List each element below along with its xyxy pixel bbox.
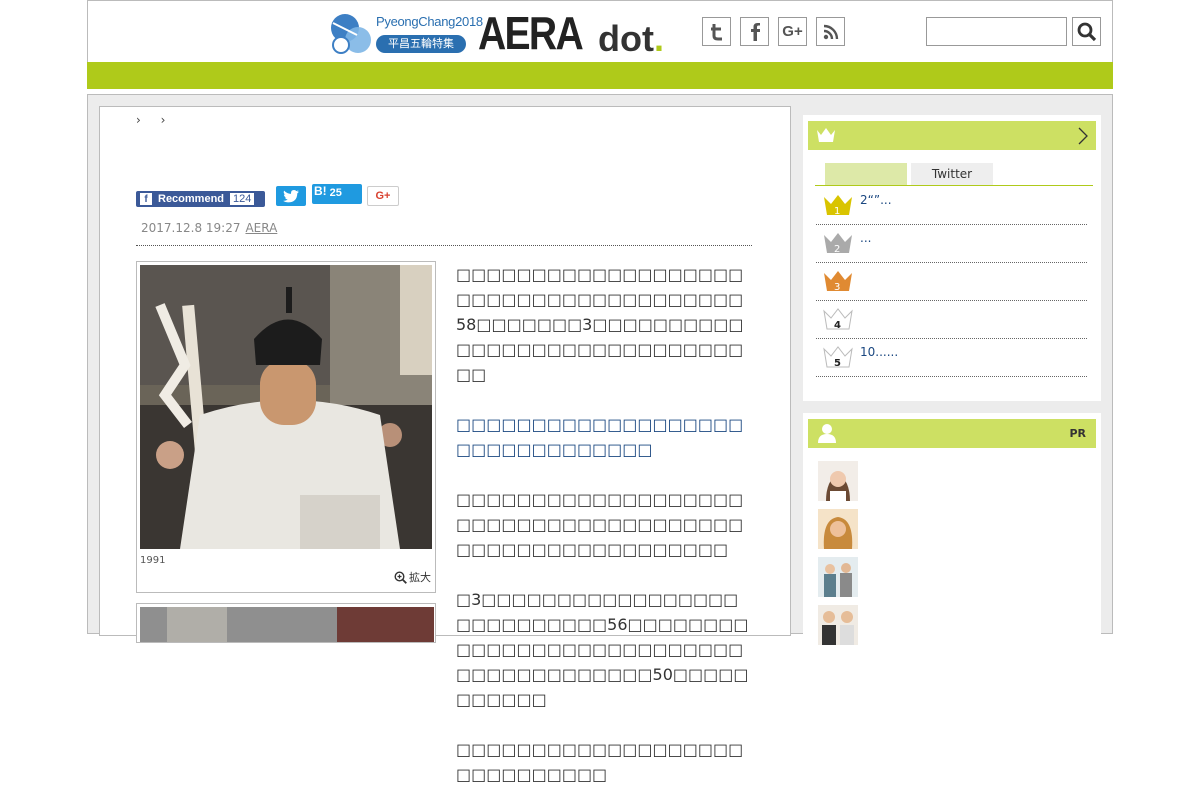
logo-period: .	[653, 18, 664, 59]
crown-4-icon: 4	[823, 308, 853, 331]
tab-twitter[interactable]: Twitter	[911, 163, 993, 185]
googleplus-label: G+	[782, 23, 803, 40]
hatena-count: 25	[329, 187, 342, 199]
silver-crown-icon: 2	[824, 233, 852, 255]
hatena-bookmark-button[interactable]: B! 25	[312, 184, 362, 204]
divider	[136, 245, 752, 246]
publish-date: 2017.12.8 19:27	[141, 221, 241, 235]
ranking-title: 10......	[860, 345, 899, 359]
ranking-item[interactable]: 2 ...	[816, 224, 1087, 263]
olympic-title: PyeongChang2018	[376, 14, 483, 29]
facebook-small-icon: f	[140, 193, 152, 205]
pr-label: PR	[1069, 427, 1086, 440]
global-nav-bar	[87, 62, 1113, 89]
avatar[interactable]	[818, 605, 858, 645]
search-icon	[1077, 22, 1096, 41]
logo-aera-text: AERA	[478, 7, 584, 59]
tab-access-ranking[interactable]	[825, 163, 907, 185]
recommend-label: Recommend	[158, 193, 225, 205]
rank-number: 4	[834, 320, 841, 331]
olympic-circles-icon	[331, 14, 371, 54]
tweet-button[interactable]	[276, 186, 306, 206]
logo-dot-word: dot	[598, 18, 654, 59]
ranking-widget: Twitter 1 2“”... 2 ... 3 4 5 10......	[803, 115, 1101, 401]
rank-number: 3	[834, 282, 840, 293]
zoom-label: 拡大	[409, 571, 431, 584]
hatena-label: B!	[314, 184, 327, 198]
twitter-icon[interactable]	[702, 17, 731, 46]
rank-number: 2	[834, 244, 840, 255]
rss-icon[interactable]	[816, 17, 845, 46]
gold-crown-icon: 1	[824, 195, 852, 217]
recommend-count: 124	[230, 193, 255, 205]
related-link[interactable]: □□□□□□□□□□□□□□□□□□□□□□□□□□□□□□□□	[456, 412, 752, 462]
avatar[interactable]	[818, 557, 858, 597]
bronze-crown-icon: 3	[824, 271, 852, 293]
ranking-item[interactable]: 4	[816, 300, 1087, 339]
paragraph-1: □□□□□□□□□□□□□□□□□□□□□□□□□□□□□□□□□□□□□□58…	[456, 265, 744, 384]
ranking-item[interactable]: 5 10......	[816, 338, 1087, 377]
googleplus-icon[interactable]: G+	[778, 17, 807, 46]
article-meta: 2017.12.8 19:27 AERA	[141, 221, 277, 235]
ranking-item[interactable]: 3	[816, 262, 1087, 301]
avatar[interactable]	[818, 461, 858, 501]
chevron-right-icon[interactable]	[1078, 127, 1088, 145]
ranking-title: ...	[860, 231, 872, 245]
person-icon	[818, 424, 836, 443]
logo-dot-text: dot.	[598, 18, 664, 60]
rank-number: 5	[834, 358, 841, 369]
article-body: □□□□□□□□□□□□□□□□□□□□□□□□□□□□□□□□□□□□□□58…	[456, 262, 752, 812]
paragraph-2: □□□□□□□□□□□□□□□□□□□□□□□□□□□□□□□□□□□□□□□□…	[456, 490, 744, 559]
article-photo[interactable]: 1991 拡大	[136, 261, 436, 593]
avatar[interactable]	[818, 509, 858, 549]
photo-image[interactable]	[140, 265, 432, 549]
pr-header[interactable]: PR	[808, 419, 1096, 448]
googleplus-share-button[interactable]: G+	[367, 186, 399, 206]
zoom-button[interactable]: 拡大	[394, 569, 431, 585]
olympic-special-banner[interactable]: PyeongChang2018 平昌五輪特集	[329, 13, 483, 55]
pr-widget: PR	[803, 413, 1101, 645]
ranking-item[interactable]: 1 2“”...	[816, 186, 1087, 225]
paragraph-4: □□□□□□□□□□□□□□□□□□□□□□□□□□□□□	[456, 740, 744, 784]
breadcrumb[interactable]: › ›	[136, 113, 173, 127]
facebook-recommend-button[interactable]: f Recommend 124	[136, 191, 265, 207]
source-link[interactable]: AERA	[245, 221, 277, 235]
search-input[interactable]	[926, 17, 1067, 46]
aera-dot-logo[interactable]: AERA dot.	[478, 6, 664, 60]
rank-number: 1	[834, 206, 840, 217]
search-button[interactable]	[1072, 17, 1101, 46]
facebook-icon[interactable]	[740, 17, 769, 46]
zoom-icon	[394, 570, 407, 584]
twitter-bird-icon	[283, 189, 299, 202]
ranking-header[interactable]	[808, 121, 1096, 150]
ranking-title: 2“”...	[860, 193, 892, 207]
crown-icon	[817, 128, 835, 142]
photo-caption: 1991	[140, 555, 166, 566]
olympic-pill: 平昌五輪特集	[376, 35, 466, 53]
article-photo-2[interactable]	[136, 603, 436, 643]
paragraph-3: □3□□□□□□□□□□□□□□□□□□□□□□□□□□□56□□□□□□□□□…	[456, 590, 749, 709]
crown-5-icon: 5	[823, 346, 853, 369]
